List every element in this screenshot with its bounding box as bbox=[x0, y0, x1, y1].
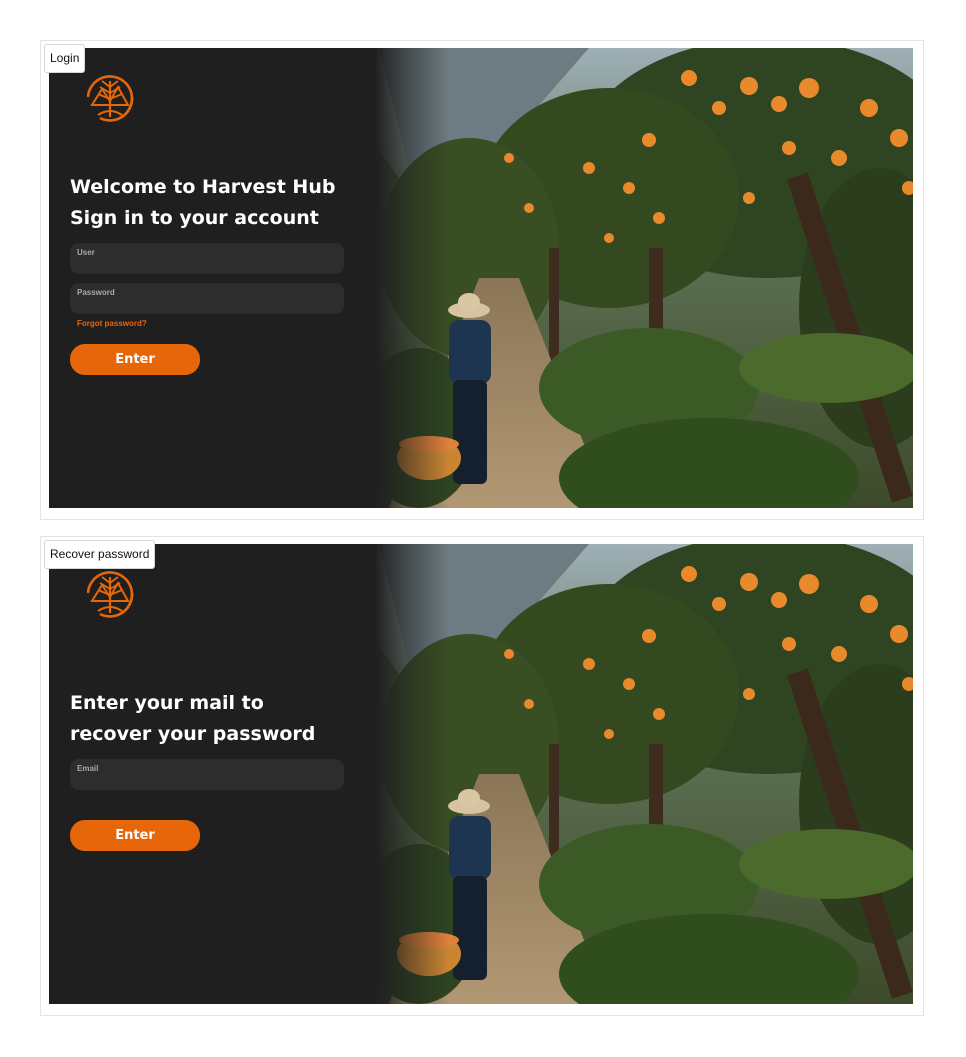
recover-heading-line2: recover your password bbox=[70, 723, 316, 745]
recover-heading: Enter your mail to recover your password bbox=[70, 688, 370, 750]
login-screen: Welcome to Harvest Hub Sign in to your a… bbox=[49, 48, 913, 508]
password-input[interactable] bbox=[77, 297, 337, 312]
orange-grove-image bbox=[49, 48, 913, 508]
recover-heading-line1: Enter your mail to bbox=[70, 692, 264, 714]
user-field-label: User bbox=[77, 248, 95, 257]
login-heading-line2: Sign in to your account bbox=[70, 207, 319, 229]
recover-password-frame: Recover password Enter your mail to reco… bbox=[40, 536, 924, 1016]
email-field-label: Email bbox=[77, 764, 99, 773]
login-heading: Welcome to Harvest Hub Sign in to your a… bbox=[70, 172, 370, 234]
email-field[interactable]: Email bbox=[70, 759, 344, 790]
user-field[interactable]: User bbox=[70, 243, 344, 274]
recover-screen: Enter your mail to recover your password… bbox=[49, 544, 913, 1004]
login-enter-button[interactable]: Enter bbox=[70, 344, 200, 375]
frame-label-login: Login bbox=[44, 44, 86, 73]
harvest-hub-logo-icon bbox=[80, 563, 140, 621]
password-field[interactable]: Password bbox=[70, 283, 344, 314]
email-input[interactable] bbox=[77, 773, 337, 788]
forgot-password-link[interactable]: Forgot password? bbox=[77, 319, 147, 328]
login-heading-line1: Welcome to Harvest Hub bbox=[70, 176, 336, 198]
recover-enter-button[interactable]: Enter bbox=[70, 820, 200, 851]
user-input[interactable] bbox=[77, 257, 337, 272]
login-frame: Login Welcome to Harvest Hub Sign in to … bbox=[40, 40, 924, 520]
password-field-label: Password bbox=[77, 288, 115, 297]
harvest-hub-logo-icon bbox=[80, 67, 140, 125]
frame-label-recover: Recover password bbox=[44, 540, 156, 569]
